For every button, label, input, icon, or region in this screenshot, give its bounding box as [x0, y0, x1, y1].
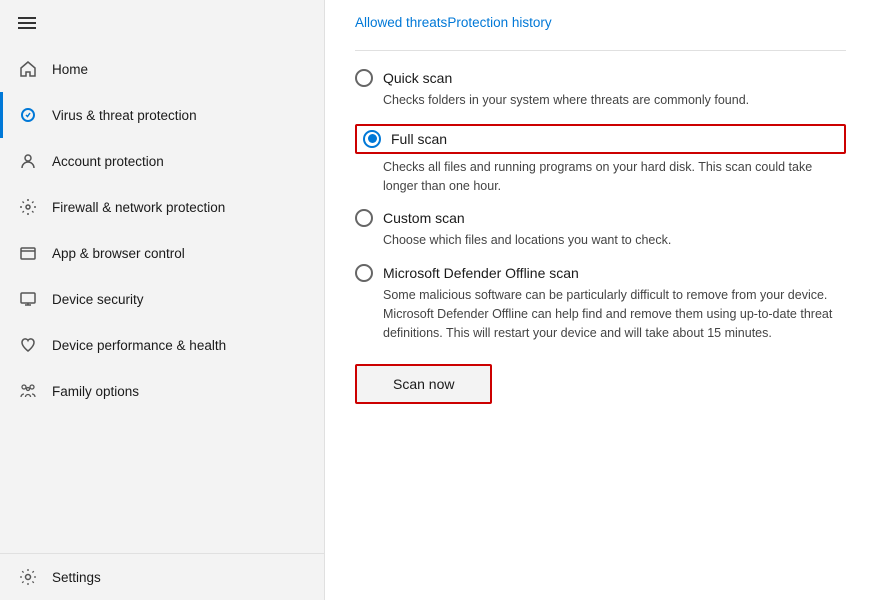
divider: [355, 50, 846, 51]
scan-option-header-custom-scan[interactable]: Custom scan: [355, 209, 846, 227]
radio-custom-scan[interactable]: [355, 209, 373, 227]
sidebar-item-device-health[interactable]: Device performance & health: [0, 322, 324, 368]
sidebar-item-firewall[interactable]: Firewall & network protection: [0, 184, 324, 230]
link-protection-history[interactable]: Protection history: [447, 15, 551, 30]
scan-option-label-full-scan: Full scan: [391, 131, 447, 147]
radio-quick-scan[interactable]: [355, 69, 373, 87]
scan-option-full-scan: Full scan Checks all files and running p…: [355, 124, 846, 196]
scan-option-offline-scan: Microsoft Defender Offline scan Some mal…: [355, 264, 846, 342]
browser-icon: [18, 243, 38, 263]
sidebar-label-virus: Virus & threat protection: [52, 108, 197, 123]
sidebar-label-account: Account protection: [52, 154, 164, 169]
sidebar-item-device-security[interactable]: Device security: [0, 276, 324, 322]
home-icon: [18, 59, 38, 79]
scan-now-button[interactable]: Scan now: [355, 364, 492, 404]
scan-option-desc-quick-scan: Checks folders in your system where thre…: [383, 91, 846, 110]
radio-full-scan[interactable]: [363, 130, 381, 148]
sidebar-label-home: Home: [52, 62, 88, 77]
full-scan-highlighted[interactable]: Full scan: [355, 124, 846, 154]
sidebar-label-device-health: Device performance & health: [52, 338, 226, 353]
scan-option-desc-full-scan: Checks all files and running programs on…: [383, 158, 846, 196]
sidebar-item-settings[interactable]: Settings: [0, 554, 324, 600]
hamburger-menu[interactable]: [0, 0, 324, 46]
virus-icon: [18, 105, 38, 125]
sidebar-item-virus[interactable]: Virus & threat protection: [0, 92, 324, 138]
sidebar-item-family[interactable]: Family options: [0, 368, 324, 414]
main-content: Allowed threatsProtection history Quick …: [325, 0, 876, 600]
scan-option-label-custom-scan: Custom scan: [383, 210, 465, 226]
sidebar-label-settings: Settings: [52, 570, 101, 585]
device-health-icon: [18, 335, 38, 355]
firewall-icon: [18, 197, 38, 217]
device-security-icon: [18, 289, 38, 309]
scan-options: Quick scan Checks folders in your system…: [355, 69, 846, 342]
scan-option-custom-scan: Custom scan Choose which files and locat…: [355, 209, 846, 250]
sidebar: Home Virus & threat protection Account p…: [0, 0, 325, 600]
scan-option-label-quick-scan: Quick scan: [383, 70, 452, 86]
scan-option-label-offline-scan: Microsoft Defender Offline scan: [383, 265, 579, 281]
family-icon: [18, 381, 38, 401]
link-allowed-threats[interactable]: Allowed threats: [355, 15, 447, 30]
sidebar-item-account[interactable]: Account protection: [0, 138, 324, 184]
scan-option-desc-custom-scan: Choose which files and locations you wan…: [383, 231, 846, 250]
sidebar-label-family: Family options: [52, 384, 139, 399]
settings-icon: [18, 567, 38, 587]
account-icon: [18, 151, 38, 171]
sidebar-item-browser[interactable]: App & browser control: [0, 230, 324, 276]
scan-option-header-offline-scan[interactable]: Microsoft Defender Offline scan: [355, 264, 846, 282]
sidebar-bottom: Settings: [0, 553, 324, 600]
sidebar-label-browser: App & browser control: [52, 246, 185, 261]
scan-now-area: Scan now: [355, 364, 846, 404]
scan-option-quick-scan: Quick scan Checks folders in your system…: [355, 69, 846, 110]
sidebar-item-home[interactable]: Home: [0, 46, 324, 92]
scan-option-header-quick-scan[interactable]: Quick scan: [355, 69, 846, 87]
radio-offline-scan[interactable]: [355, 264, 373, 282]
scan-option-desc-offline-scan: Some malicious software can be particula…: [383, 286, 846, 342]
sidebar-label-firewall: Firewall & network protection: [52, 200, 225, 215]
sidebar-label-device-security: Device security: [52, 292, 144, 307]
top-links: Allowed threatsProtection history: [355, 0, 846, 40]
